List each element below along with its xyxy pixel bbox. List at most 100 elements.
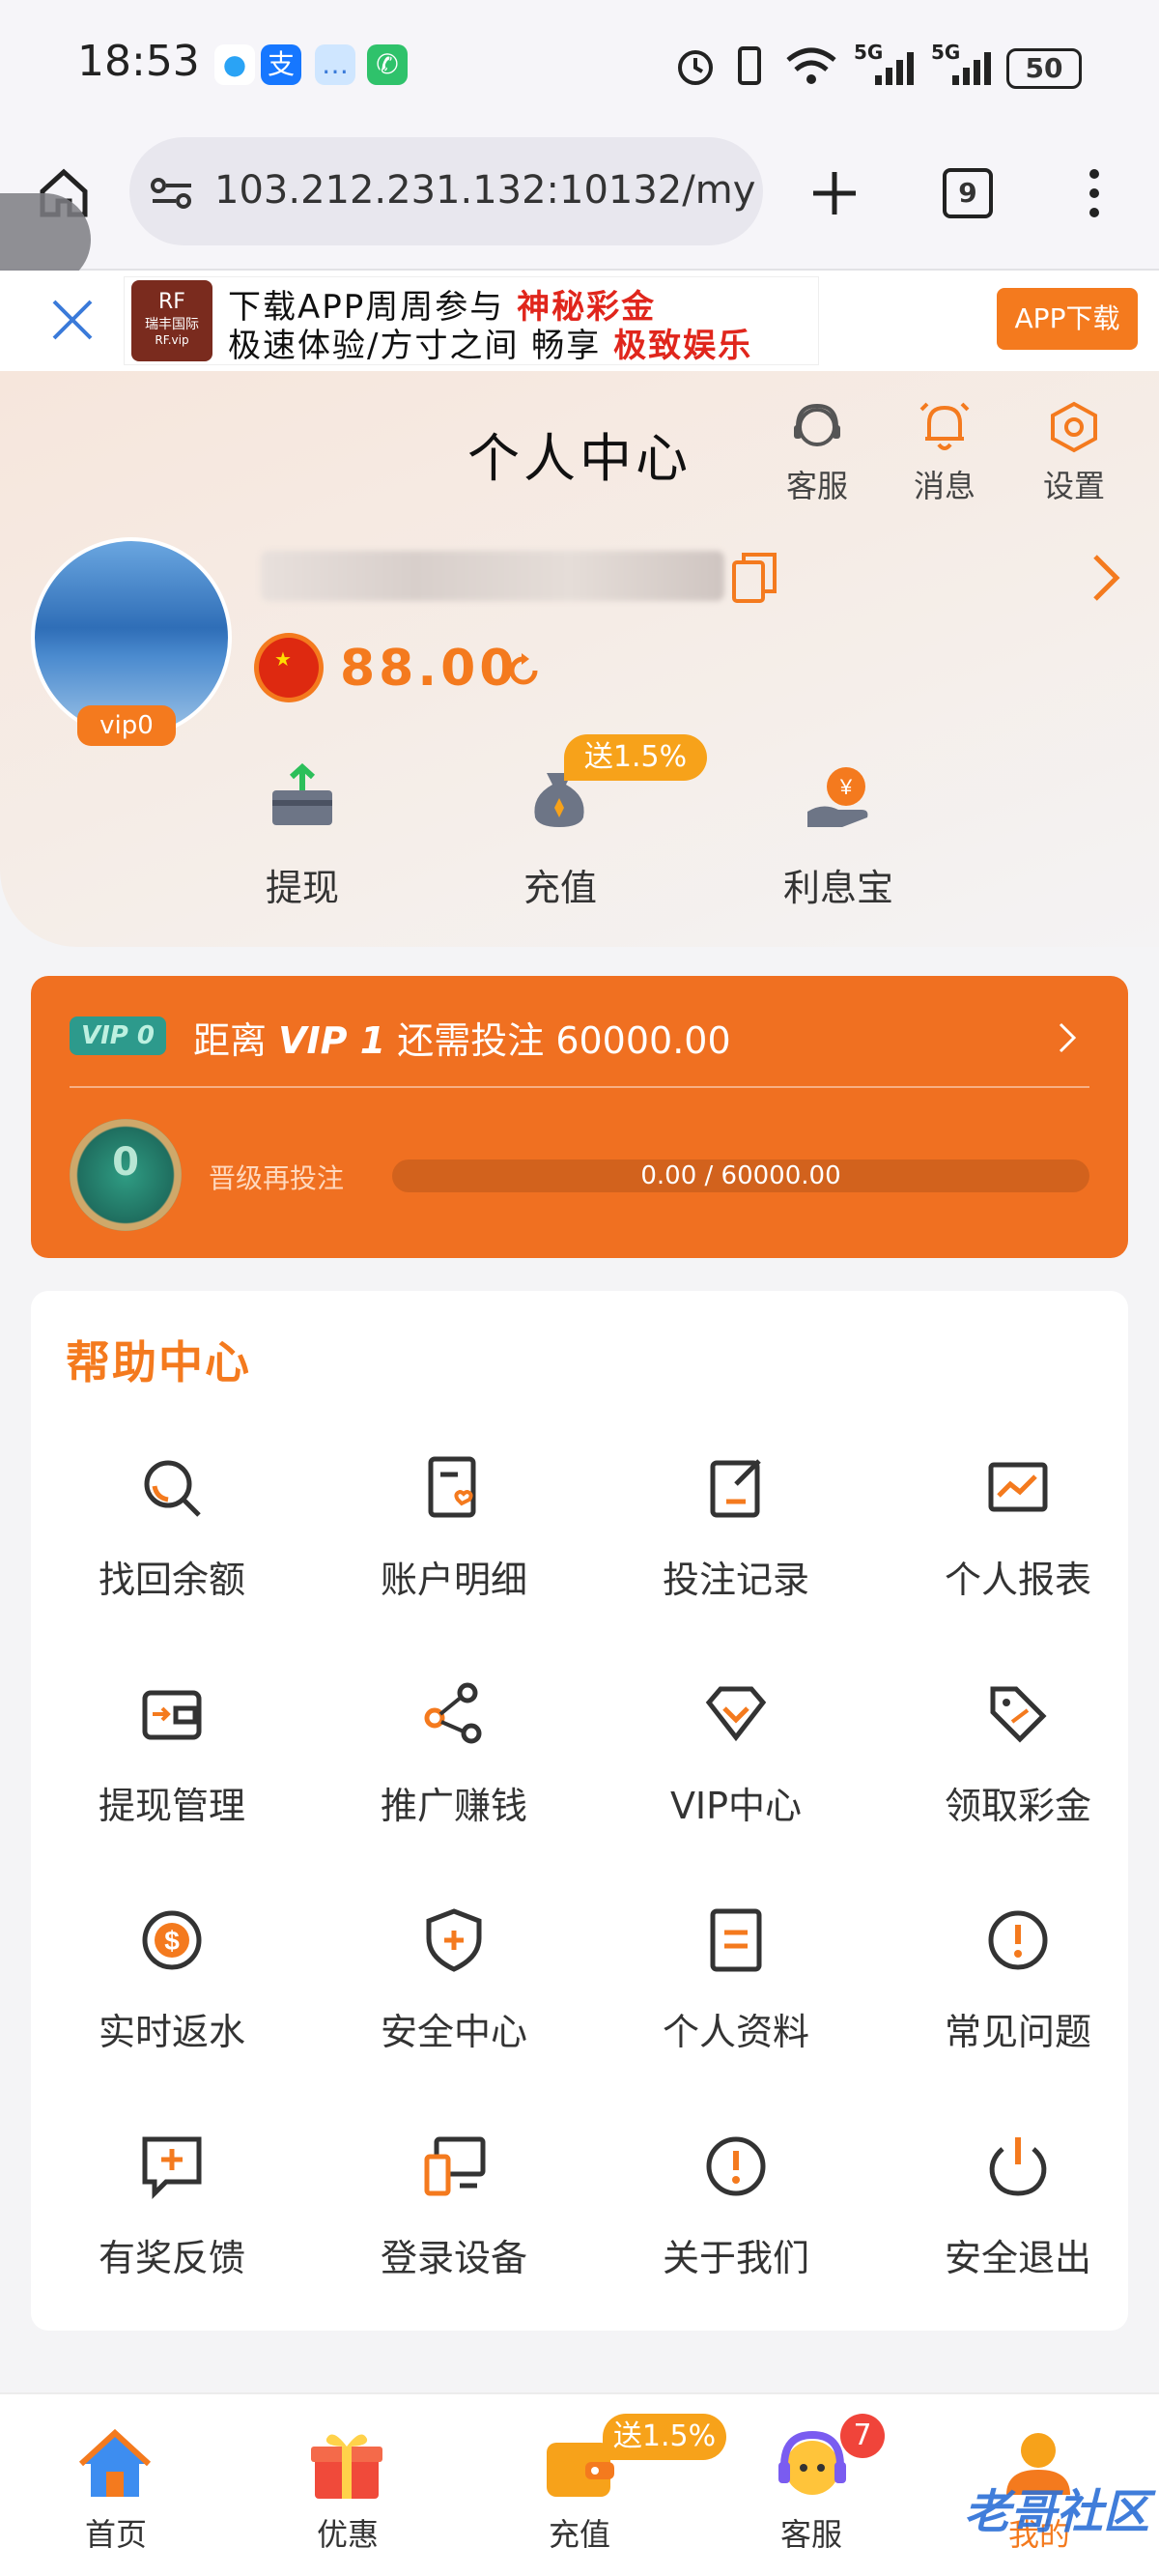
nav-home-label[interactable]: 首页: [48, 2510, 184, 2555]
svg-text:¥: ¥: [839, 775, 853, 799]
signal-icon: [875, 52, 914, 85]
vip-chevron-icon[interactable]: [1057, 1020, 1080, 1055]
edit-record-icon: [710, 1459, 761, 1518]
help-item-label: 登录设备: [380, 2237, 527, 2279]
vip-distance-text: 距离 VIP 1 还需投注 60000.00: [193, 1019, 731, 1062]
help-item[interactable]: 投注记录: [595, 1453, 877, 1675]
alarm-icon: [678, 50, 713, 85]
close-icon[interactable]: [48, 296, 97, 344]
balance-amount: 88.00: [340, 640, 519, 698]
help-item[interactable]: 推广赚钱: [313, 1679, 595, 1902]
help-item-label: 领取彩金: [944, 1785, 1091, 1827]
header-settings-label[interactable]: 设置: [1026, 462, 1122, 506]
help-item[interactable]: 安全退出: [877, 2132, 1159, 2354]
power-icon: [989, 2137, 1047, 2196]
nav-support-badge: 7: [840, 2414, 885, 2458]
help-item-label: 个人报表: [944, 1559, 1091, 1601]
svg-text:$: $: [164, 1926, 180, 1956]
nav-support-label[interactable]: 客服: [744, 2510, 879, 2555]
account-detail-icon: [428, 1456, 476, 1518]
alert-circle-icon: [988, 1910, 1048, 1970]
header-service-label[interactable]: 客服: [769, 462, 865, 506]
home-icon[interactable]: [75, 2425, 155, 2504]
help-item[interactable]: 领取彩金: [877, 1679, 1159, 1902]
interest-hand-icon[interactable]: ¥: [804, 763, 877, 831]
bell-icon[interactable]: [916, 396, 974, 456]
tab-switcher-button[interactable]: 9: [943, 168, 993, 218]
help-item[interactable]: 个人报表: [877, 1453, 1159, 1675]
help-item[interactable]: $ 实时返水: [31, 1905, 313, 2128]
nav-recharge-label[interactable]: 充值: [512, 2510, 647, 2555]
battery-icon: 50: [1006, 48, 1082, 89]
devices-icon: [424, 2136, 486, 2196]
help-item-label: 常见问题: [944, 2011, 1091, 2053]
settings-icon[interactable]: [1045, 398, 1103, 456]
help-item[interactable]: 关于我们: [595, 2132, 877, 2354]
tag-icon: [990, 1686, 1047, 1743]
site-settings-icon[interactable]: [149, 174, 195, 213]
flag-star: ★: [274, 647, 292, 671]
vibrate-icon: [738, 46, 761, 85]
vip-progress-text: 0.00 / 60000.00: [640, 1161, 841, 1190]
more-menu-icon[interactable]: [1080, 164, 1109, 222]
ad-logo: RF 瑞丰国际 RF.vip: [131, 280, 212, 361]
withdraw-label[interactable]: 提现: [225, 858, 380, 911]
vip-tag: VIP 0: [70, 1016, 166, 1055]
info-icon: [706, 2136, 766, 2196]
help-item-label: 实时返水: [98, 2011, 245, 2053]
help-item-label: 提现管理: [98, 1785, 245, 1827]
help-center-grid: 找回余额 账户明细 投注记录 个人报表 提现管理 推广赚钱 VIP中心 领取彩金 $ 实时返水 安全…: [31, 1453, 1159, 2361]
chat-icon: …: [315, 44, 355, 85]
help-item-label: 安全中心: [380, 2011, 527, 2053]
chart-icon: [988, 1462, 1048, 1512]
headset-icon[interactable]: [788, 398, 846, 456]
search-icon: [144, 1460, 201, 1517]
help-item[interactable]: 安全中心: [313, 1905, 595, 2128]
help-item-label: 有奖反馈: [98, 2237, 245, 2279]
help-item[interactable]: 有奖反馈: [31, 2132, 313, 2354]
status-time: 18:53: [77, 37, 200, 86]
document-icon: [710, 1908, 762, 1972]
help-item[interactable]: 登录设备: [313, 2132, 595, 2354]
help-item[interactable]: 个人资料: [595, 1905, 877, 2128]
help-item-label: 找回余额: [98, 1559, 245, 1601]
diamond-icon: [705, 1686, 767, 1742]
chevron-right-icon[interactable]: [1086, 551, 1124, 605]
help-item-label: 投注记录: [662, 1559, 809, 1601]
help-item-label: 个人资料: [662, 2011, 809, 2053]
interest-label[interactable]: 利息宝: [761, 858, 916, 911]
help-item-label: 账户明细: [380, 1559, 527, 1601]
wifi-icon: [786, 47, 836, 84]
wallet-icon: [142, 1690, 202, 1740]
help-item[interactable]: 提现管理: [31, 1679, 313, 1902]
refresh-icon[interactable]: [504, 651, 543, 690]
phone-icon: ✆: [367, 44, 408, 85]
gift-icon[interactable]: [307, 2425, 386, 2504]
upgrade-label: 晋级再投注: [209, 1162, 345, 1194]
shield-icon: [426, 1908, 482, 1972]
help-item-label: 推广赚钱: [380, 1785, 527, 1827]
help-item[interactable]: VIP中心: [595, 1679, 877, 1902]
withdraw-icon[interactable]: [269, 763, 336, 831]
medal-level: 0: [112, 1140, 139, 1185]
help-item-label: VIP中心: [669, 1785, 803, 1827]
url-text[interactable]: 103.212.231.132:10132/my: [214, 168, 755, 213]
help-item[interactable]: 账户明细: [313, 1453, 595, 1675]
recharge-label[interactable]: 充值: [483, 858, 637, 911]
copy-icon[interactable]: [730, 551, 778, 605]
alipay-icon: 支: [261, 44, 301, 85]
app-download-button[interactable]: APP下载: [997, 288, 1138, 350]
help-center-title: 帮助中心: [66, 1336, 251, 1388]
recharge-bonus-badge: 送1.5%: [564, 734, 707, 781]
help-item[interactable]: 找回余额: [31, 1453, 313, 1675]
help-item[interactable]: 常见问题: [877, 1905, 1159, 2128]
watermark: 老哥社区: [963, 2485, 1149, 2539]
header-message-label[interactable]: 消息: [896, 462, 993, 506]
help-item-label: 安全退出: [944, 2237, 1091, 2279]
vip-divider: [70, 1086, 1089, 1088]
nav-promo-label[interactable]: 优惠: [280, 2510, 415, 2555]
signal-icon-2: [952, 52, 991, 85]
share-icon: [424, 1682, 482, 1744]
new-tab-icon[interactable]: [806, 164, 863, 222]
page-title: 个人中心: [467, 428, 692, 489]
